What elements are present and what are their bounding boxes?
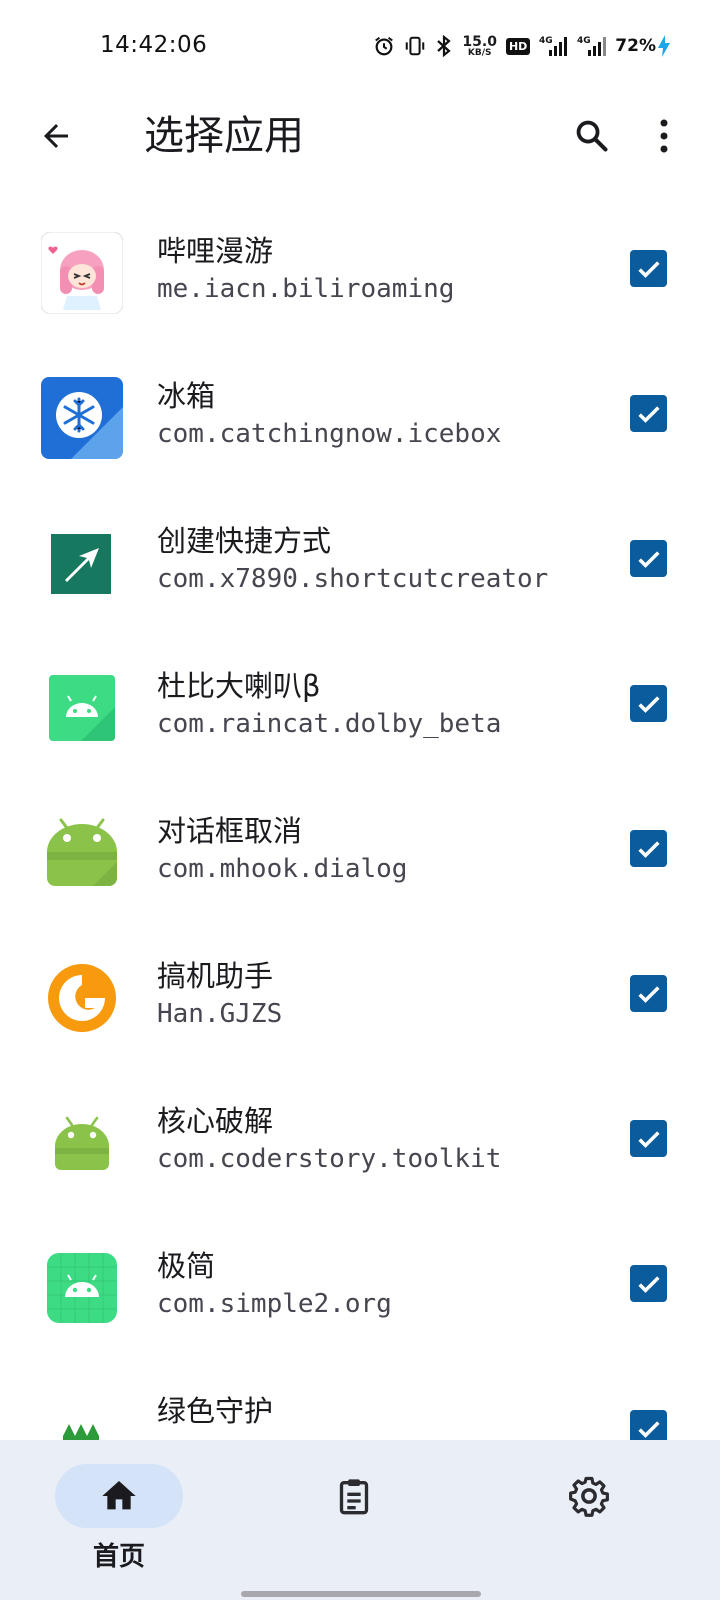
app-checkbox[interactable] [630,975,667,1012]
bottom-navigation: 首页 [0,1440,720,1600]
status-bar: 14:42:06 15.0 KB/S HD 4G 4G 72% [0,0,720,96]
log-icon [339,1479,369,1515]
check-icon [637,695,660,713]
charging-icon [658,35,670,57]
app-name: 哔哩漫游 [157,234,274,268]
app-name: 极简 [157,1249,216,1283]
app-package: com.coderstory.toolkit [157,1144,502,1174]
check-icon [637,1130,660,1148]
nav-item-settings[interactable] [497,1464,677,1574]
net-speed-unit: KB/S [467,47,492,58]
check-icon [637,260,660,278]
more-vert-icon [660,119,668,153]
app-package: me.iacn.biliroaming [157,274,455,304]
bluetooth-icon [437,34,452,58]
check-icon [637,405,660,423]
app-checkbox[interactable] [630,1265,667,1302]
app-package: com.simple2.org [157,1289,392,1319]
app-row[interactable]: 创建快捷方式 com.x7890.shortcutcreator [0,486,720,634]
app-name: 对话框取消 [157,814,303,848]
app-row[interactable]: 核心破解 com.coderstory.toolkit [0,1066,720,1214]
greenify-icon [41,1392,123,1440]
signal-icon-2: 4G [577,36,607,56]
more-options-button[interactable] [644,108,684,164]
app-checkbox[interactable] [630,1410,667,1440]
top-app-bar: 选择应用 [0,96,720,176]
app-name: 冰箱 [157,379,216,413]
check-icon [637,1275,660,1293]
signal-icon: 4G [539,36,568,56]
gesture-navigation-bar[interactable] [241,1591,481,1597]
app-name: 核心破解 [157,1104,274,1138]
back-arrow-icon [44,124,68,148]
app-checkbox[interactable] [630,395,667,432]
app-checkbox[interactable] [630,685,667,722]
check-icon [637,550,660,568]
signal-2-label: 4G [577,36,591,46]
hd-badge: HD [505,37,531,55]
app-checkbox[interactable] [630,250,667,287]
nav-item-logs[interactable] [262,1464,442,1574]
signal-1-label: 4G [539,36,553,46]
app-row[interactable]: 对话框取消 com.mhook.dialog [0,776,720,924]
page-title: 选择应用 [144,113,304,159]
check-icon [637,985,660,1003]
app-package: com.raincat.dolby_beta [157,709,502,739]
biliroaming-icon [41,232,123,314]
settings-icon [569,1476,609,1517]
app-name: 杜比大喇叭β [157,669,321,703]
android-icon [41,667,123,749]
app-row[interactable]: 搞机助手 Han.GJZS [0,921,720,1069]
android-icon [41,1102,123,1184]
alarm-icon [375,36,394,56]
nav-label-home: 首页 [92,1542,145,1572]
check-icon [637,840,660,858]
icebox-icon [41,377,123,459]
app-row[interactable]: 哔哩漫游 me.iacn.biliroaming [0,196,720,344]
net-speed: 15.0 KB/S [462,35,497,58]
app-package: com.mhook.dialog [157,854,408,884]
app-checkbox[interactable] [630,540,667,577]
app-name: 绿色守护 [157,1394,274,1428]
app-package: com.catchingnow.icebox [157,419,502,449]
nav-item-home[interactable]: 首页 [27,1464,207,1574]
search-button[interactable] [564,108,620,164]
status-icons: 15.0 KB/S HD 4G 4G 72% [373,30,670,62]
android-icon [41,812,123,894]
app-row[interactable]: 杜比大喇叭β com.raincat.dolby_beta [0,631,720,779]
app-row[interactable]: 绿色守护 [0,1356,720,1440]
net-speed-value: 15.0 [462,33,497,50]
android-icon [41,1247,123,1329]
app-row[interactable]: 冰箱 com.catchingnow.icebox [0,341,720,489]
vibrate-icon [406,36,425,56]
nav-active-indicator [55,1464,183,1528]
app-checkbox[interactable] [630,1120,667,1157]
app-checkbox[interactable] [630,830,667,867]
app-name: 创建快捷方式 [157,524,332,558]
app-list: 哔哩漫游 me.iacn.biliroaming 冰箱 com.catching… [0,196,720,1440]
gjzs-icon [41,957,123,1039]
status-time: 14:42:06 [100,32,208,58]
search-icon [576,120,608,152]
app-package: Han.GJZS [157,999,283,1029]
battery: 72% [615,35,670,57]
home-icon [102,1481,136,1510]
shortcut-creator-icon [41,522,123,604]
battery-percent: 72% [615,36,656,56]
app-package: com.x7890.shortcutcreator [157,564,549,594]
back-button[interactable] [28,108,84,164]
app-row[interactable]: 极简 com.simple2.org [0,1211,720,1359]
check-icon [637,1420,660,1438]
app-name: 搞机助手 [157,959,274,993]
